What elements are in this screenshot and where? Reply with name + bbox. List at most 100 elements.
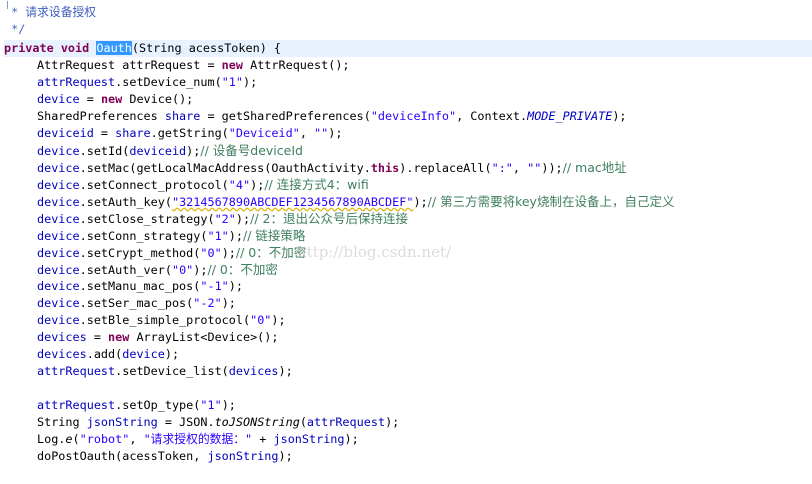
- field-ref: attrRequest: [37, 364, 116, 378]
- code-text: AttrRequest attrRequest =: [37, 58, 222, 72]
- local-var: share: [164, 109, 201, 123]
- code-text: Log.: [37, 432, 66, 446]
- string-literal: "3214567890ABCDEF1234567890ABCDEF": [171, 195, 414, 209]
- string-literal: "4": [228, 178, 251, 192]
- code-line[interactable]: SharedPreferences share = getSharedPrefe…: [4, 108, 812, 125]
- code-text: =: [93, 126, 116, 140]
- code-line[interactable]: attrRequest.setOp_type("1");: [4, 397, 812, 414]
- code-text: .setConnect_protocol(: [79, 178, 229, 192]
- code-line[interactable]: device.setMac(getLocalMacAddress(OauthAc…: [4, 159, 812, 176]
- string-literal: "1": [221, 75, 243, 89]
- code-text: );: [228, 279, 244, 293]
- field-ref: attrRequest: [37, 75, 116, 89]
- code-line[interactable]: device.setManu_mac_pos("-1");: [4, 278, 812, 295]
- code-line[interactable]: devices = new ArrayList<Device>();: [4, 329, 812, 346]
- code-text: );: [250, 178, 265, 192]
- code-text: , Context.: [456, 109, 528, 123]
- code-text: );: [221, 398, 236, 412]
- field-ref: device: [122, 347, 165, 361]
- selected-method-name[interactable]: Oauth: [96, 41, 132, 55]
- code-text: (: [299, 415, 307, 429]
- code-text: );: [385, 415, 400, 429]
- method-params: (String acessToken) {: [131, 41, 282, 55]
- field-ref: device: [37, 195, 80, 209]
- code-text: ,: [512, 161, 528, 175]
- code-line[interactable]: attrRequest.setDevice_num("1");: [4, 74, 812, 91]
- method-signature-line[interactable]: private void Oauth(String acessToken) {: [4, 40, 812, 57]
- doc-comment-close: */: [4, 22, 26, 36]
- code-text: );: [278, 449, 293, 463]
- line-comment: // 链接策略: [243, 228, 306, 243]
- field-ref: device: [37, 92, 80, 106]
- code-line[interactable]: Log.e("robot", "请求授权的数据：" + jsonString);: [4, 431, 812, 448]
- line-comment: // 连接方式4：wifi: [264, 177, 369, 192]
- keyword-new: new: [221, 58, 243, 72]
- code-line[interactable]: String jsonString = JSON.toJSONString(at…: [4, 414, 812, 431]
- code-text: .setDevice_list(: [115, 364, 229, 378]
- code-line[interactable]: attrRequest.setDevice_list(devices);: [4, 363, 812, 380]
- string-literal: "robot": [79, 432, 130, 446]
- string-literal: "请求授权的数据：": [143, 432, 253, 446]
- field-ref: device: [37, 263, 80, 277]
- field-ref: device: [37, 296, 80, 310]
- string-literal: "": [527, 161, 542, 175]
- local-var: share: [115, 126, 151, 140]
- code-line[interactable]: device.setBle_simple_protocol("0");: [4, 312, 812, 329]
- keyword-new: new: [100, 92, 123, 106]
- string-literal: "1": [200, 398, 222, 412]
- field-ref: deviceid: [129, 144, 187, 158]
- field-ref: device: [37, 246, 80, 260]
- code-line[interactable]: doPostOauth(acessToken, jsonString);: [4, 448, 812, 465]
- doc-comment-end: */: [4, 21, 812, 38]
- field-ref: device: [37, 313, 80, 327]
- code-text: String: [37, 415, 87, 429]
- code-text: AttrRequest();: [242, 58, 350, 72]
- code-editor[interactable]: * 请求设备授权 */ private void Oauth(String ac…: [0, 0, 812, 484]
- keyword-void: void: [60, 41, 90, 55]
- code-text: .getString(: [150, 126, 229, 140]
- line-comment: // 设备号deviceId: [200, 143, 303, 158]
- string-literal: "2": [214, 212, 236, 226]
- code-text: ,: [299, 126, 315, 140]
- code-line[interactable]: device.setAuth_key("3214567890ABCDEF1234…: [4, 193, 812, 210]
- code-text: );: [221, 296, 236, 310]
- code-line[interactable]: device.setConn_strategy("1");// 链接策略: [4, 227, 812, 244]
- code-line[interactable]: device = new Device();: [4, 91, 812, 108]
- doc-comment-line: * 请求设备授权: [4, 4, 812, 21]
- code-text: );: [193, 263, 208, 277]
- field-ref: device: [37, 279, 80, 293]
- field-ref: devices: [37, 330, 87, 344]
- code-line[interactable]: device.setConnect_protocol("4");// 连接方式4…: [4, 176, 812, 193]
- code-line[interactable]: device.setClose_strategy("2");// 2：退出公众号…: [4, 210, 812, 227]
- field-ref: devices: [37, 347, 87, 361]
- code-text: .setCrypt_method(: [79, 246, 201, 260]
- code-text: ,: [129, 432, 144, 446]
- code-text: +: [252, 432, 274, 446]
- code-text: (: [72, 432, 80, 446]
- string-literal: "-1": [200, 279, 229, 293]
- code-text: );: [344, 432, 359, 446]
- keyword-new: new: [108, 330, 130, 344]
- code-line[interactable]: device.setId(deviceid);// 设备号deviceId: [4, 142, 812, 159]
- code-text: );: [413, 195, 428, 209]
- code-line[interactable]: device.setAuth_ver("0");// 0：不加密: [4, 261, 812, 278]
- string-literal: "": [314, 126, 329, 140]
- code-text: = JSON.: [157, 415, 215, 429]
- field-ref: device: [37, 212, 80, 226]
- code-text: .setBle_simple_protocol(: [79, 313, 251, 327]
- code-line[interactable]: device.setSer_mac_pos("-2");: [4, 295, 812, 312]
- line-comment: // 0：不加密: [207, 262, 278, 277]
- code-text: =: [86, 330, 109, 344]
- code-line[interactable]: devices.add(device);: [4, 346, 812, 363]
- code-line[interactable]: deviceid = share.getString("Deviceid", "…: [4, 125, 812, 142]
- local-var: jsonString: [86, 415, 158, 429]
- field-ref: device: [37, 161, 80, 175]
- code-text: .setId(: [79, 144, 130, 158]
- code-line[interactable]: AttrRequest attrRequest = new AttrReques…: [4, 57, 812, 74]
- code-text: ));: [541, 161, 563, 175]
- code-text: ArrayList<Device>();: [129, 330, 279, 344]
- local-var: jsonString: [273, 432, 345, 446]
- code-line[interactable]: device.setCrypt_method("0");// 0：不加密: [4, 244, 812, 261]
- code-text: );: [243, 75, 258, 89]
- string-literal: "deviceInfo": [370, 109, 457, 123]
